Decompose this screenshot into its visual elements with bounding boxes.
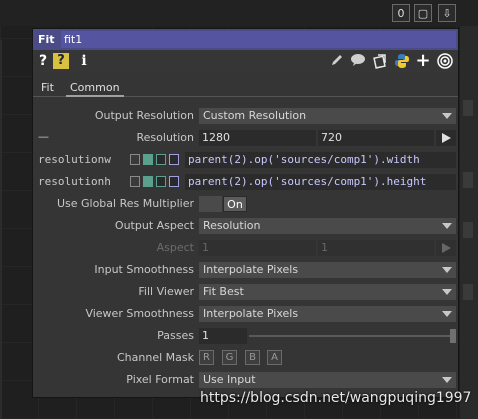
tab-fit[interactable]: Fit (37, 81, 58, 95)
comment-icon[interactable] (349, 53, 367, 69)
fill-viewer-dropdown[interactable]: Fit Best (199, 284, 456, 300)
param-label: resolutionh (38, 175, 111, 188)
python-help-icon[interactable]: ? (53, 53, 69, 69)
resolutionw-expression-field[interactable]: parent(2).op('sources/comp1').width (185, 152, 456, 168)
resolutionh-expression-field[interactable]: parent(2).op('sources/comp1').height (185, 174, 456, 190)
panel-toolbar: ? ? i + (33, 50, 458, 72)
dropdown-value: Resolution (203, 219, 261, 232)
param-label: Output Aspect (114, 219, 194, 232)
param-pixel-format: Pixel Format Use Input (33, 371, 458, 389)
mode-constant-icon[interactable] (130, 154, 140, 165)
mode-export-icon[interactable] (156, 176, 166, 187)
zero-icon[interactable]: 0 (392, 4, 410, 22)
mode-bind-icon[interactable] (169, 154, 179, 165)
param-output-aspect: Output Aspect Resolution (33, 217, 458, 235)
arrow-down-icon[interactable]: ⇩ (438, 4, 456, 22)
plus-icon[interactable]: + (415, 52, 431, 70)
param-label: Fill Viewer (138, 285, 194, 298)
param-channel-mask: Channel Mask R G B A (33, 349, 458, 367)
param-label: Viewer Smoothness (85, 307, 194, 320)
parameter-panel: Fit fit1 ? ? i + Fit Common Output Resol… (32, 28, 459, 398)
chevron-down-icon (442, 377, 452, 383)
mode-export-icon[interactable] (156, 154, 166, 165)
pixel-format-dropdown[interactable]: Use Input (199, 372, 456, 388)
param-label: resolutionw (38, 153, 111, 166)
resolution-width-input[interactable]: 1280 (199, 130, 316, 146)
param-label: Pixel Format (126, 373, 194, 386)
watermark-text: https://blog.csdn.net/wangpuqing1997 (200, 390, 472, 406)
input-smoothness-dropdown[interactable]: Interpolate Pixels (199, 262, 456, 278)
viewer-smoothness-dropdown[interactable]: Interpolate Pixels (199, 306, 456, 322)
param-label: Output Resolution (94, 109, 194, 122)
play-icon (442, 133, 451, 143)
chevron-down-icon (442, 267, 452, 273)
param-label: Channel Mask (117, 351, 194, 364)
collapse-toggle[interactable]: — (38, 130, 49, 143)
dropdown-value: Custom Resolution (203, 109, 307, 122)
pencil-icon[interactable] (329, 53, 345, 69)
chevron-down-icon (442, 289, 452, 295)
param-resolutionh: resolutionh parent(2).op('sources/comp1'… (33, 173, 458, 191)
info-icon[interactable]: i (79, 53, 89, 69)
chevron-down-icon (442, 223, 452, 229)
channel-a-toggle[interactable]: A (267, 350, 282, 365)
param-label: Resolution (136, 131, 194, 144)
param-input-smoothness: Input Smoothness Interpolate Pixels (33, 261, 458, 279)
help-icon[interactable]: ? (37, 53, 49, 69)
pane-header: 0 ▢ ⇩ (0, 0, 478, 26)
play-icon (442, 243, 451, 253)
resolution-height-input[interactable]: 720 (318, 130, 434, 146)
dropdown-value: Use Input (203, 373, 256, 386)
parameter-tabs: Fit Common (33, 80, 458, 97)
output-resolution-dropdown[interactable]: Custom Resolution (199, 108, 456, 124)
param-passes: Passes 1 (33, 327, 458, 345)
left-edge (0, 40, 2, 419)
param-label: Passes (157, 329, 194, 342)
passes-input[interactable]: 1 (199, 328, 247, 344)
chevron-down-icon (442, 113, 452, 119)
aspect-a-input[interactable]: 1 (199, 240, 316, 256)
panel-title-bar: Fit fit1 (33, 29, 458, 50)
param-label: Aspect (156, 241, 194, 254)
param-viewer-smoothness: Viewer Smoothness Interpolate Pixels (33, 305, 458, 323)
aspect-b-input[interactable]: 1 (318, 240, 434, 256)
param-label: Use Global Res Multiplier (56, 197, 194, 210)
mode-expression-icon[interactable] (143, 176, 153, 187)
param-aspect: Aspect 1 1 (33, 239, 458, 257)
mode-expression-icon[interactable] (143, 154, 153, 165)
slider-handle[interactable] (450, 329, 456, 343)
channel-g-toggle[interactable]: G (222, 350, 237, 365)
operator-name-field[interactable]: fit1 (61, 31, 456, 48)
param-fill-viewer: Fill Viewer Fit Best (33, 283, 458, 301)
param-output-resolution: Output Resolution Custom Resolution (33, 107, 458, 125)
expand-button[interactable] (436, 240, 456, 256)
param-resolution: — Resolution 1280 720 (33, 129, 458, 147)
channel-b-toggle[interactable]: B (245, 350, 260, 365)
right-side-bar (460, 26, 478, 419)
output-aspect-dropdown[interactable]: Resolution (199, 218, 456, 234)
clone-icon[interactable] (371, 53, 389, 69)
operator-type: Fit (38, 33, 55, 46)
toggle-off-state[interactable] (199, 196, 222, 212)
chevron-down-icon (442, 311, 452, 317)
python-icon[interactable] (393, 53, 411, 69)
viewer-icon[interactable] (436, 53, 454, 69)
maximize-icon[interactable]: ▢ (414, 4, 432, 22)
expand-button[interactable] (436, 130, 456, 146)
channel-r-toggle[interactable]: R (199, 350, 214, 365)
passes-slider[interactable] (249, 335, 454, 337)
mode-bind-icon[interactable] (169, 176, 179, 187)
global-res-toggle[interactable]: On (223, 196, 247, 212)
mode-constant-icon[interactable] (130, 176, 140, 187)
dropdown-value: Interpolate Pixels (203, 263, 299, 276)
dropdown-value: Interpolate Pixels (203, 307, 299, 320)
param-resolutionw: resolutionw parent(2).op('sources/comp1'… (33, 151, 458, 169)
param-global-res: Use Global Res Multiplier On (33, 195, 458, 213)
param-label: Input Smoothness (94, 263, 194, 276)
tab-common[interactable]: Common (66, 81, 124, 97)
dropdown-value: Fit Best (203, 285, 244, 298)
